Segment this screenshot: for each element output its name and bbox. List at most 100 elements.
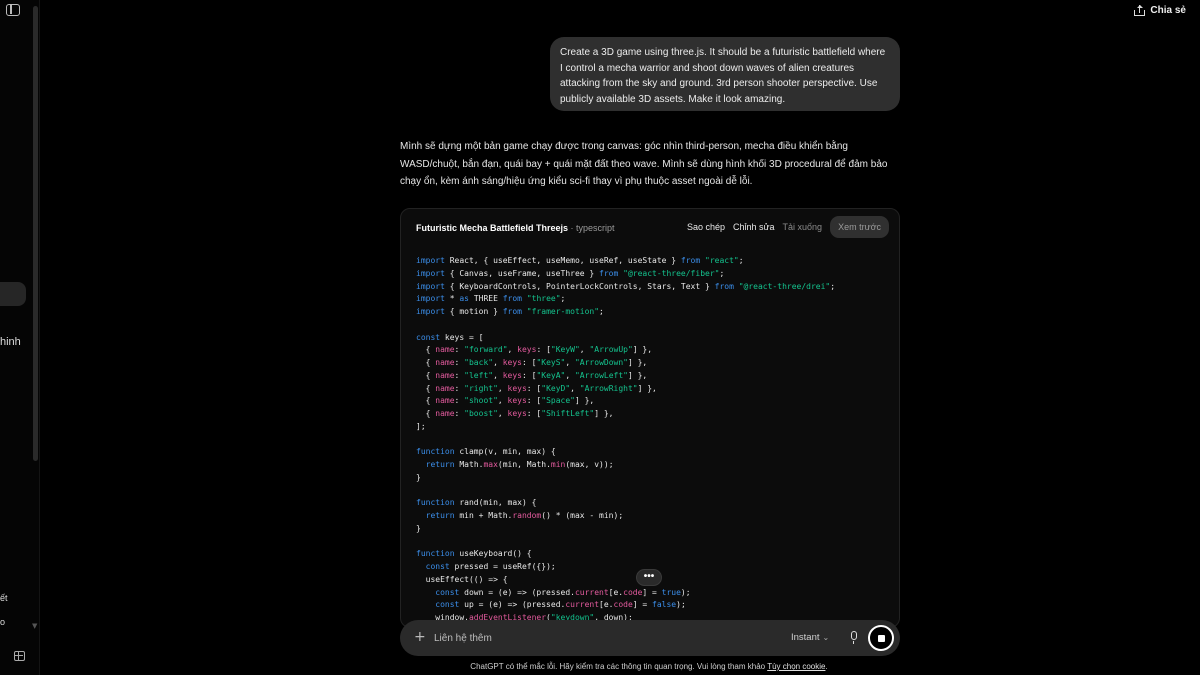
code-token: { [416, 358, 436, 367]
code-token: ; [830, 281, 836, 291]
sidebar: ▼ hinh ết o [0, 0, 40, 675]
plus-icon[interactable]: + [414, 629, 426, 645]
code-line: { name: "forward", keys: ["KeyW", "Arrow… [416, 344, 896, 357]
code-token: THREE [469, 294, 503, 304]
preview-button[interactable]: Xem trước [830, 216, 889, 238]
code-token: : [ [521, 370, 537, 380]
sidebar-item-label[interactable]: o [0, 617, 5, 627]
code-token: "left" [464, 370, 494, 380]
code-token: (max, v)); [565, 460, 614, 469]
code-token: "Space" [541, 396, 575, 406]
code-token: useEffect(() => { [416, 574, 508, 584]
code-token: "react" [705, 256, 739, 265]
model-selector[interactable]: Instant ⌄ [791, 632, 829, 643]
code-token: : [ [526, 396, 542, 406]
code-token: ] = [632, 600, 653, 610]
code-token: "right" [464, 383, 498, 393]
sidebar-item-label[interactable]: hinh [0, 336, 21, 348]
assistant-message: Mình sẽ dựng một bản game chạy được tron… [400, 141, 888, 187]
code-token: [e. [599, 600, 614, 610]
code-canvas-card: Futuristic Mecha Battlefield Threejs · t… [400, 208, 900, 628]
code-token: , [565, 370, 575, 380]
disclaimer: ChatGPT có thể mắc lỗi. Hãy kiểm tra các… [0, 662, 1200, 671]
code-token: "framer-motion" [526, 307, 600, 316]
more-options-button[interactable]: ••• [636, 569, 662, 586]
code-token: as [459, 294, 469, 304]
code-token: from [502, 294, 522, 304]
code-token: name [435, 409, 455, 418]
code-token: up = (e) => (pressed. [459, 600, 566, 610]
code-token: ; [560, 294, 566, 304]
copy-button[interactable]: Sao chép [687, 222, 725, 232]
code-token: "back" [464, 358, 494, 367]
code-token: current [574, 587, 609, 597]
code-token: function [416, 447, 455, 457]
code-line: function rand(min, max) { [416, 497, 896, 510]
code-token: import [416, 294, 445, 304]
code-token: const [435, 600, 460, 610]
code-token: { [416, 383, 436, 393]
code-token: name [435, 345, 455, 355]
scroll-down-arrow-icon[interactable]: ▼ [32, 622, 37, 630]
code-token: "boost" [464, 409, 498, 418]
code-token: , [579, 345, 590, 355]
disclaimer-text: ChatGPT có thể mắc lỗi. Hãy kiểm tra các… [470, 662, 768, 671]
code-token: useKeyboard() { [454, 549, 532, 559]
code-token: random [512, 511, 542, 520]
code-token: : [454, 345, 465, 355]
code-token: { [416, 370, 436, 380]
library-grid-icon[interactable] [14, 651, 25, 661]
code-token: (min, Math. [497, 460, 551, 469]
code-token: : [454, 409, 465, 418]
code-token: import [416, 307, 445, 316]
code-token: : [ [536, 345, 551, 355]
cookie-preferences-link[interactable]: Tùy chọn cookie [767, 662, 825, 671]
code-token: ; [738, 256, 744, 265]
code-line: { name: "right", keys: ["KeyD", "ArrowRi… [416, 383, 896, 396]
message-input[interactable] [434, 630, 764, 646]
code-token: "ArrowUp" [589, 345, 633, 355]
stop-generating-button[interactable] [868, 625, 894, 651]
code-token: ] }, [627, 358, 648, 367]
code-token: function [416, 549, 455, 559]
code-token: code [613, 600, 633, 610]
code-line: function useKeyboard() { [416, 548, 896, 561]
code-token: clamp(v, min, max) { [454, 447, 556, 457]
code-token: ] }, [627, 370, 648, 380]
code-token: [e. [608, 587, 624, 597]
code-token: name [435, 358, 455, 367]
code-token: ] }, [574, 396, 595, 406]
code-line: return min + Math.random() * (max - min)… [416, 510, 896, 523]
code-token: "three" [526, 294, 561, 304]
code-token: "KeyS" [536, 358, 566, 367]
code-token: : [454, 396, 465, 406]
edit-button[interactable]: Chỉnh sửa [733, 222, 775, 232]
share-icon [1134, 5, 1146, 16]
sidebar-item-active[interactable] [0, 282, 26, 306]
code-token: ] = [642, 587, 662, 597]
code-token: true [661, 587, 681, 597]
code-token: Math. [454, 460, 484, 469]
code-line: import React, { useEffect, useMemo, useR… [416, 255, 896, 268]
code-token: from [502, 307, 522, 316]
code-token: "KeyW" [550, 345, 580, 355]
code-line: } [416, 523, 896, 536]
code-actions: Sao chép Chỉnh sửa Tải xuống Xem trước [687, 216, 889, 238]
sidebar-scrollbar[interactable] [33, 6, 38, 461]
code-line: { name: "left", keys: ["KeyA", "ArrowLef… [416, 370, 896, 383]
microphone-icon[interactable] [851, 631, 857, 644]
sidebar-item-label[interactable]: ết [0, 593, 8, 603]
sidebar-toggle-icon[interactable] [6, 4, 20, 16]
code-token: "forward" [464, 345, 508, 355]
code-header: Futuristic Mecha Battlefield Threejs · t… [401, 209, 899, 247]
download-button[interactable]: Tải xuống [783, 222, 823, 232]
share-button[interactable]: Chia sẻ [1134, 5, 1186, 16]
code-line: const keys = [ [416, 332, 896, 345]
code-token: () * (max - min); [541, 511, 624, 520]
